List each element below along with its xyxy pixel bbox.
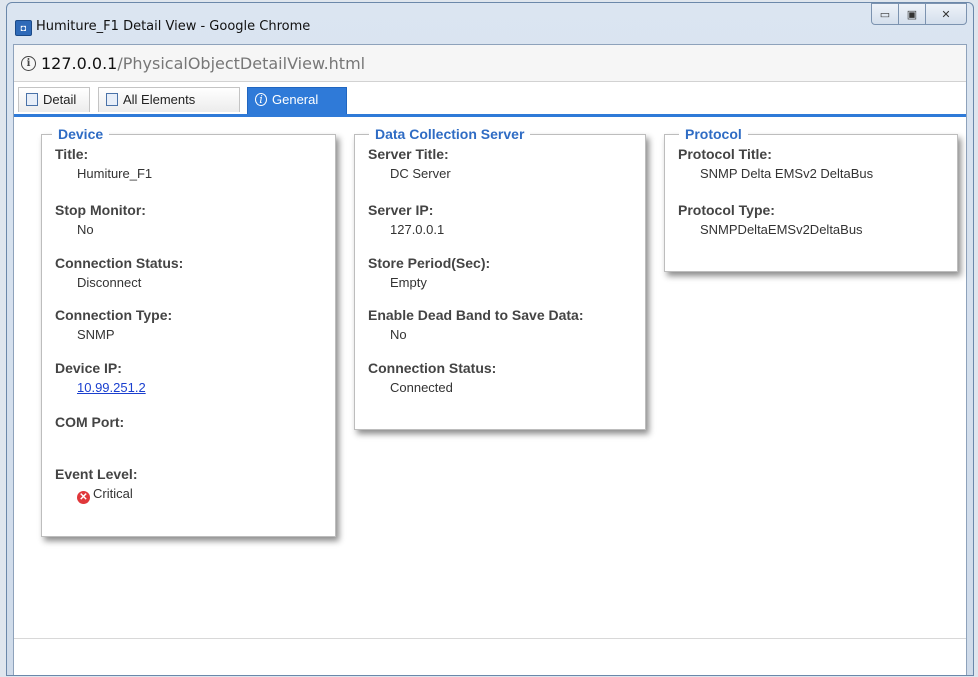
stop-monitor-field: Stop Monitor: No [55, 202, 146, 237]
field-value: 127.0.0.1 [390, 222, 445, 237]
event-level-value: ✕ Critical [55, 486, 137, 504]
browser-window: ◘ Humiture_F1 Detail View - Google Chrom… [6, 2, 974, 676]
com-port-field: COM Port: [55, 414, 124, 434]
url-path: /PhysicalObjectDetailView.html [117, 54, 366, 73]
info-icon: i [255, 93, 267, 106]
server-ip-field: Server IP: 127.0.0.1 [368, 202, 444, 237]
device-panel: Device Title: Humiture_F1 Stop Monitor: … [41, 126, 336, 537]
field-label: Store Period(Sec): [368, 255, 491, 271]
window-controls: ▭ ▣ ✕ [871, 3, 967, 25]
tab-all-elements-label: All Elements [123, 92, 196, 107]
connection-type-field: Connection Type: SNMP [55, 307, 172, 342]
device-ip-field: Device IP: 10.99.251.2 [55, 360, 146, 395]
tab-bar: Detail All Elements i General [14, 82, 966, 117]
field-value: Humiture_F1 [77, 166, 153, 181]
field-value: Connected [390, 380, 453, 395]
field-value: No [390, 327, 407, 342]
device-ip-link[interactable]: 10.99.251.2 [55, 380, 146, 395]
field-value: SNMP [77, 327, 115, 342]
server-connection-status-field: Connection Status: Connected [368, 360, 496, 395]
minimize-button[interactable]: ▭ [871, 3, 899, 25]
tab-detail[interactable]: Detail [18, 87, 90, 112]
document-icon [106, 93, 118, 106]
field-label: Connection Status: [368, 360, 497, 376]
field-value: DC Server [390, 166, 451, 181]
server-panel: Data Collection Server Server Title: DC … [354, 126, 646, 430]
url-text[interactable]: 127.0.0.1/PhysicalObjectDetailView.html [41, 54, 365, 73]
event-level-field: Event Level: ✕ Critical [55, 466, 137, 504]
close-button[interactable]: ✕ [925, 3, 967, 25]
footer-divider [14, 638, 966, 639]
store-period-field: Store Period(Sec): Empty [368, 255, 490, 290]
field-label: Device IP: [55, 360, 122, 376]
field-label: COM Port: [55, 414, 125, 430]
field-label: Title: [55, 146, 89, 162]
field-value: SNMPDeltaEMSv2DeltaBus [700, 222, 863, 237]
protocol-type-field: Protocol Type: SNMPDeltaEMSv2DeltaBus [678, 202, 863, 237]
field-value: SNMP Delta EMSv2 DeltaBus [700, 166, 874, 181]
field-label: Connection Type: [55, 307, 173, 323]
address-bar[interactable]: i 127.0.0.1/PhysicalObjectDetailView.htm… [14, 45, 966, 82]
field-label: Event Level: [55, 466, 138, 482]
field-label: Connection Status: [55, 255, 184, 271]
page-viewport: i 127.0.0.1/PhysicalObjectDetailView.htm… [13, 44, 967, 675]
protocol-title-field: Protocol Title: SNMP Delta EMSv2 DeltaBu… [678, 146, 873, 181]
app-icon: ◘ [15, 20, 32, 36]
critical-icon: ✕ [77, 491, 90, 504]
server-legend: Data Collection Server [369, 126, 531, 142]
field-label: Protocol Title: [678, 146, 772, 162]
field-value: Empty [390, 275, 427, 290]
device-title-field: Title: Humiture_F1 [55, 146, 152, 181]
tab-general-label: General [272, 92, 319, 107]
server-title-field: Server Title: DC Server [368, 146, 451, 181]
connection-status-field: Connection Status: Disconnect [55, 255, 183, 290]
device-legend: Device [52, 126, 110, 142]
event-level-text: Critical [93, 486, 133, 501]
field-value: Disconnect [77, 275, 142, 290]
dead-band-field: Enable Dead Band to Save Data: No [368, 307, 584, 342]
field-value: No [77, 222, 94, 237]
url-host: 127.0.0.1 [41, 54, 118, 73]
field-label: Server IP: [368, 202, 434, 218]
tab-all-elements[interactable]: All Elements [98, 87, 240, 112]
tab-general[interactable]: i General [247, 87, 347, 114]
field-label: Stop Monitor: [55, 202, 146, 218]
field-label: Enable Dead Band to Save Data: [368, 307, 584, 323]
protocol-legend: Protocol [679, 126, 748, 142]
detail-icon [26, 93, 38, 106]
maximize-button[interactable]: ▣ [898, 3, 926, 25]
field-label: Protocol Type: [678, 202, 775, 218]
info-icon[interactable]: i [21, 56, 36, 71]
protocol-panel: Protocol Protocol Title: SNMP Delta EMSv… [664, 126, 958, 272]
field-label: Server Title: [368, 146, 449, 162]
title-bar[interactable]: ◘ Humiture_F1 Detail View - Google Chrom… [7, 3, 973, 43]
window-title: Humiture_F1 Detail View - Google Chrome [36, 19, 311, 34]
tab-detail-label: Detail [43, 92, 77, 107]
